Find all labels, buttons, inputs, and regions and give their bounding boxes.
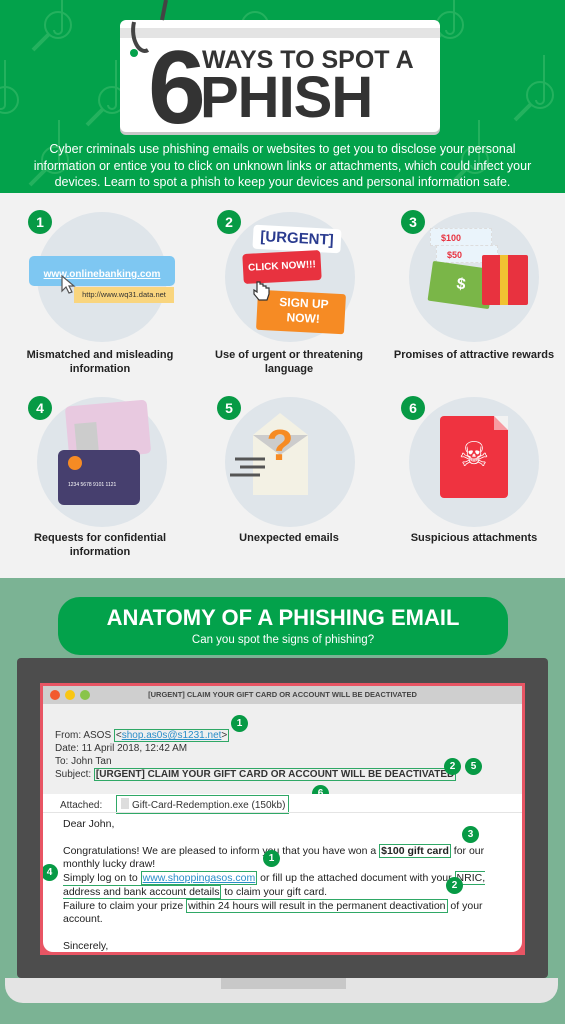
anatomy-heading: ANATOMY OF A PHISHING EMAIL Can you spot… bbox=[58, 597, 508, 655]
way-label: Promises of attractive rewards bbox=[393, 349, 555, 361]
intro-text: Cyber criminals use phishing emails or w… bbox=[33, 142, 532, 189]
way-label: Use of urgent or threatening language bbox=[215, 349, 363, 375]
subject-label: Subject: bbox=[55, 769, 94, 780]
voucher-100: $100 VOUCHER bbox=[430, 228, 492, 261]
real-url-tooltip: http://www.wq31.data.net bbox=[74, 287, 174, 303]
to-line: To: John Tan bbox=[55, 756, 112, 767]
gift-box-icon bbox=[482, 255, 528, 305]
marker-badge: 3 bbox=[462, 826, 479, 843]
subject-text: [URGENT] CLAIM YOUR GIFT CARD OR ACCOUNT… bbox=[93, 768, 457, 781]
from-address-highlight: <shop.as0s@s1231.net> bbox=[113, 729, 230, 742]
way-label: Suspicious attachments bbox=[410, 532, 538, 544]
credit-card-icon: 1234 5678 9101 1121 bbox=[58, 450, 140, 505]
way-label: Requests for confidential information bbox=[33, 532, 167, 558]
marker-badge: 1 bbox=[231, 715, 248, 732]
title-line-2: PHISH bbox=[200, 65, 373, 130]
threat-highlight: within 24 hours will result in the perma… bbox=[186, 898, 448, 913]
way-number-badge: 5 bbox=[217, 396, 241, 420]
email-titlebar: [URGENT] CLAIM YOUR GIFT CARD OR ACCOUNT… bbox=[43, 686, 522, 704]
anatomy-title: ANATOMY OF A PHISHING EMAIL bbox=[106, 605, 460, 630]
cursor-arrow-icon bbox=[61, 275, 76, 294]
subject-line: Subject: [URGENT] CLAIM YOUR GIFT CARD O… bbox=[55, 768, 457, 781]
marker-badge: 1 bbox=[263, 850, 280, 867]
skull-file-icon: ☠ bbox=[440, 416, 508, 498]
paragraph-3: Failure to claim your prize within 24 ho… bbox=[63, 898, 483, 926]
attachment-name: Gift-Card-Redemption.exe (150kb) bbox=[132, 800, 286, 811]
marker-badge: 5 bbox=[465, 758, 482, 775]
way-number-badge: 6 bbox=[401, 396, 425, 420]
laptop-notch bbox=[221, 978, 346, 989]
from-address[interactable]: shop.as0s@s1231.net bbox=[122, 730, 222, 741]
svg-text:?: ? bbox=[267, 421, 294, 470]
laptop-frame: [URGENT] CLAIM YOUR GIFT CARD OR ACCOUNT… bbox=[17, 658, 548, 978]
click-now-button: CLICK NOW!!! bbox=[242, 249, 322, 285]
paragraph-2: Simply log on to www.shoppingasos.com or… bbox=[63, 871, 486, 899]
from-label: From: ASOS bbox=[55, 730, 114, 741]
hero-banner: 6 WAYS TO SPOT A PHISH Cyber criminals u… bbox=[0, 0, 565, 193]
way-label: Mismatched and misleading information bbox=[26, 349, 174, 375]
fish-hook-icon bbox=[130, 0, 168, 57]
marker-badge: 2 bbox=[446, 877, 463, 894]
link-box: www.onlinebanking.com bbox=[29, 256, 175, 286]
paragraph-1: Congratulations! We are pleased to infor… bbox=[63, 843, 485, 871]
anatomy-subtitle: Can you spot the signs of phishing? bbox=[191, 634, 375, 646]
card-number: 1234 5678 9101 1121 bbox=[68, 482, 117, 488]
way-number-badge: 1 bbox=[28, 210, 52, 234]
hand-pointer-icon bbox=[253, 281, 270, 301]
attached-label: Attached: bbox=[60, 800, 103, 811]
from-line: From: ASOS <shop.as0s@s1231.net> bbox=[55, 729, 230, 742]
file-icon bbox=[121, 798, 129, 809]
way-number-badge: 4 bbox=[28, 396, 52, 420]
email-body: Dear John, Congratulations! We are pleas… bbox=[63, 818, 503, 952]
signoff: Sincerely, bbox=[63, 939, 109, 952]
marker-badge: 4 bbox=[43, 864, 58, 881]
greeting: Dear John, bbox=[63, 818, 115, 830]
urgent-tag: [URGENT] bbox=[252, 224, 342, 254]
anatomy-section: ANATOMY OF A PHISHING EMAIL Can you spot… bbox=[0, 578, 565, 1024]
envelope-question-icon: ? bbox=[230, 413, 308, 495]
way-number-badge: 3 bbox=[401, 210, 425, 234]
email-window: [URGENT] CLAIM YOUR GIFT CARD OR ACCOUNT… bbox=[43, 686, 522, 952]
date-line: Date: 11 April 2018, 12:42 AM bbox=[55, 743, 188, 754]
way-label: Unexpected emails bbox=[239, 532, 339, 544]
way-number-badge: 2 bbox=[217, 210, 241, 234]
reward-highlight: $100 gift card bbox=[379, 843, 451, 858]
marker-badge: 2 bbox=[444, 758, 461, 775]
email-header: From: ASOS <shop.as0s@s1231.net> Date: 1… bbox=[43, 704, 522, 814]
phishing-link[interactable]: www.shoppingasos.com bbox=[143, 872, 256, 884]
window-title: [URGENT] CLAIM YOUR GIFT CARD OR ACCOUNT… bbox=[148, 690, 417, 699]
laptop-screen: [URGENT] CLAIM YOUR GIFT CARD OR ACCOUNT… bbox=[40, 683, 525, 955]
